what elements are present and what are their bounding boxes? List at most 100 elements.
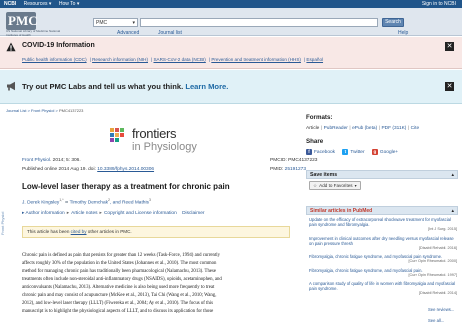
see-reviews-link[interactable]: See reviews... xyxy=(428,307,454,312)
author-list: J. Derek Kingsley1,* ✉ Timothy Demchak2,… xyxy=(22,198,151,206)
author-affiliation-sup: 3 xyxy=(148,198,151,202)
chevron-down-icon: ▾ xyxy=(132,20,135,26)
published-prefix: Published online 2014 Aug 19. doi: xyxy=(22,167,98,172)
copyright-link[interactable]: Copyright and License information xyxy=(104,211,177,216)
author-link[interactable]: Reed Mathis xyxy=(122,201,149,206)
cited-by-notice: This article has been cited by other art… xyxy=(22,226,290,238)
covid-link-cdc[interactable]: Public health information (CDC) xyxy=(22,57,87,62)
journal-logo-line2: in Physiology xyxy=(132,141,197,153)
article-body: Chronic pain is defined as pain that per… xyxy=(22,252,290,316)
share-twitter-link[interactable]: t Twitter xyxy=(342,149,365,156)
close-icon[interactable]: ✕ xyxy=(445,42,454,51)
close-icon[interactable]: ✕ xyxy=(445,82,454,91)
body-line: manuscript is to highlight the physiolog… xyxy=(22,309,214,314)
article-notes-link[interactable]: Article notes xyxy=(71,211,97,216)
covid-link-espanol[interactable]: Español xyxy=(306,57,323,62)
journal-list-link[interactable]: Journal list xyxy=(158,30,182,36)
frontiers-logo-icon xyxy=(110,128,124,142)
doi-link[interactable]: 10.3389/fphys.2014.00306 xyxy=(97,167,154,172)
cited-suffix: other articles in PMC. xyxy=(86,229,132,234)
share-links: f Facebook t Twitter g Google+ xyxy=(306,149,404,155)
share-facebook-link[interactable]: f Facebook xyxy=(306,149,335,155)
formats-links: Article | PubReader | ePub (beta) | PDF (311K)… xyxy=(306,126,420,131)
saved-items-header[interactable]: Save items ▴ xyxy=(306,170,458,179)
database-select[interactable]: PMC ▾ xyxy=(93,18,138,27)
breadcrumb-pmcid: PMC4137223 xyxy=(58,108,84,113)
body-line: Chronic pain is defined as pain that per… xyxy=(22,253,221,258)
article-info-links: ▸ Author information ▸ Article notes ▸ Copyr… xyxy=(22,211,205,216)
breadcrumb-journal[interactable]: Front Physiol xyxy=(31,108,54,113)
disclaimer-link[interactable]: Disclaimer xyxy=(182,211,204,216)
covid-banner: COVID-19 Information Public health infor… xyxy=(0,37,462,69)
pmid-link[interactable]: 25191273 xyxy=(285,167,306,172)
similar-article-link[interactable]: A comparison study of quality of life in… xyxy=(309,281,457,291)
pmid-line: PMID: 25191273 xyxy=(270,167,306,172)
mail-icon[interactable]: ✉ xyxy=(65,200,68,205)
pmc-header: PMC US National Library of Medicine Nati… xyxy=(0,8,462,36)
signin-link[interactable]: Sign in to NCBI xyxy=(422,1,456,7)
nlm-subtitle: US National Library of Medicine National… xyxy=(6,29,61,37)
covid-link-ncbi[interactable]: SARS-CoV-2 data (NCBI) xyxy=(153,57,205,62)
similar-articles-header[interactable]: Similar articles in PubMed ▴ xyxy=(306,206,458,215)
author-information-link[interactable]: Author information xyxy=(26,211,65,216)
list-item: Fibromyalgia, chronic fatigue syndrome, … xyxy=(309,268,457,278)
twitter-label: Twitter xyxy=(350,150,365,156)
similar-articles-title: Similar articles in PubMed xyxy=(310,208,373,214)
format-pdf-link[interactable]: PDF (311K) xyxy=(381,126,406,131)
resources-menu[interactable]: Resources ▾ xyxy=(24,1,52,7)
twitter-icon: t xyxy=(342,149,349,155)
howto-label: How To xyxy=(58,1,76,7)
covid-link-nih[interactable]: Research information (NIH) xyxy=(92,57,148,62)
add-to-favorites-label: Add to Favorites xyxy=(319,183,353,188)
format-cite-link[interactable]: Cite xyxy=(411,126,420,131)
pmcid-label: PMCID: PMC4137223 xyxy=(270,158,318,163)
labs-banner: Try out PMC Labs and tell us what you th… xyxy=(0,70,462,104)
star-icon: ☆ xyxy=(313,183,318,188)
share-google-link[interactable]: g Google+ xyxy=(371,149,399,156)
list-item: A comparison study of quality of life in… xyxy=(309,281,457,297)
ncbi-top-bar: NCBI Resources ▾ How To ▾ Sign in to NCB… xyxy=(0,0,462,8)
facebook-icon: f xyxy=(306,149,312,155)
similar-article-link[interactable]: Improvement in clinical outcomes after d… xyxy=(309,236,457,246)
advanced-search-link[interactable]: Advanced xyxy=(117,30,139,36)
journal-logo-line1: frontiers xyxy=(132,126,177,141)
search-button[interactable]: Search xyxy=(382,18,404,27)
similar-article-link[interactable]: Update on the efficacy of extracorporeal… xyxy=(309,217,457,227)
cited-by-link[interactable]: cited by xyxy=(71,229,87,234)
database-select-value: PMC xyxy=(96,20,108,26)
learn-more-link[interactable]: Learn More. xyxy=(185,82,228,91)
add-to-favorites-button[interactable]: ☆ Add to Favorites ▾ xyxy=(309,181,361,190)
citation-journal-link[interactable]: Front Physiol xyxy=(22,158,50,163)
format-pubreader-link[interactable]: PubReader xyxy=(324,126,348,131)
google-label: Google+ xyxy=(379,150,399,156)
covid-link-hhs[interactable]: Prevention and treatment information (HH… xyxy=(211,57,301,62)
alert-icon xyxy=(6,42,16,52)
journal-stripe-label: Front Physiol xyxy=(0,211,5,235)
search-input[interactable] xyxy=(140,18,378,27)
breadcrumb: Journal List > Front Physiol > PMC413722… xyxy=(6,108,84,113)
breadcrumb-journal-list[interactable]: Journal List xyxy=(6,108,26,113)
labs-text: Try out PMC Labs and tell us what you th… xyxy=(22,82,228,91)
journal-logo[interactable]: frontiers in Physiology xyxy=(108,124,228,158)
google-plus-icon: g xyxy=(371,149,378,155)
body-line: method for managing chronic pain has tra… xyxy=(22,269,216,274)
expand-icon: ▸ xyxy=(22,211,25,216)
see-all-link[interactable]: See all... xyxy=(428,318,444,323)
author-link[interactable]: J. Derek Kingsley xyxy=(22,201,59,206)
pmc-logo-text: PMC xyxy=(8,13,38,28)
labs-text-before: Try out xyxy=(22,82,50,91)
covid-title: COVID-19 Information xyxy=(22,42,95,49)
list-item: Update on the efficacy of extracorporeal… xyxy=(309,217,457,233)
share-heading: Share xyxy=(306,138,324,145)
citation-line: Front Physiol. 2014; 5: 306. xyxy=(22,158,81,163)
cited-prefix: This article has been xyxy=(27,229,71,234)
help-link[interactable]: Help xyxy=(398,30,408,36)
chevron-up-icon: ▴ xyxy=(451,172,454,178)
author-link[interactable]: Timothy Demchak xyxy=(70,201,108,206)
ncbi-home-link[interactable]: NCBI xyxy=(4,1,16,7)
resources-label: Resources xyxy=(23,1,48,7)
chevron-down-icon: ▾ xyxy=(354,183,357,188)
howto-menu[interactable]: How To ▾ xyxy=(59,1,80,7)
format-epub-link[interactable]: ePub (beta) xyxy=(352,126,377,131)
chevron-down-icon: ▾ xyxy=(48,1,52,7)
